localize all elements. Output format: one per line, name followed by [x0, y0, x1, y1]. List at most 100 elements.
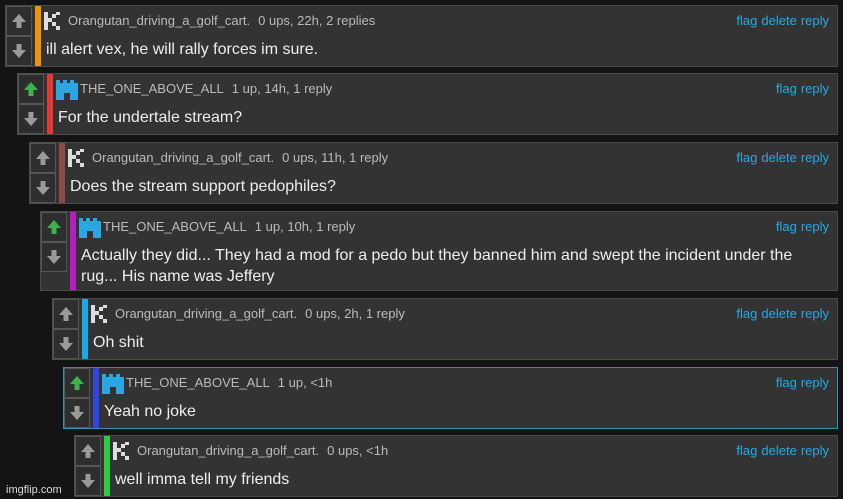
username-link[interactable]: THE_ONE_ABOVE_ALL: [80, 81, 224, 96]
comment-actions: flag delete reply: [732, 150, 829, 165]
down-arrow-icon: [47, 250, 61, 264]
flag-link[interactable]: flag: [776, 219, 797, 234]
comment-meta: THE_ONE_ABOVE_ALL 1 up, 14h, 1 reply: [80, 81, 332, 96]
downvote-button[interactable]: [75, 466, 101, 496]
comment-2: Orangutan_driving_a_golf_cart. 0 ups, 11h…: [29, 142, 838, 204]
reply-link[interactable]: reply: [801, 150, 829, 165]
upvote-button[interactable]: [53, 299, 79, 329]
imgflip-watermark: imgflip.com: [6, 484, 62, 496]
upvote-button[interactable]: [41, 212, 67, 242]
downvote-button[interactable]: [64, 398, 90, 428]
username-link[interactable]: THE_ONE_ABOVE_ALL: [126, 375, 270, 390]
reply-link[interactable]: reply: [801, 13, 829, 28]
reply-link[interactable]: reply: [801, 219, 829, 234]
down-arrow-icon: [70, 406, 84, 420]
upvote-button[interactable]: [30, 143, 56, 173]
thread-color-bar: [82, 299, 88, 359]
comment-text: ill alert vex, he will rally forces im s…: [46, 41, 319, 58]
up-arrow-icon: [24, 82, 38, 96]
downvote-button[interactable]: [30, 173, 56, 203]
comment-6: Orangutan_driving_a_golf_cart. 0 ups, <1h…: [74, 435, 838, 497]
upvote-button[interactable]: [64, 368, 90, 398]
down-arrow-icon: [59, 337, 73, 351]
username-link[interactable]: Orangutan_driving_a_golf_cart.: [68, 13, 250, 28]
comment-stats: 0 ups, 22h, 2 replies: [258, 13, 376, 28]
up-arrow-icon: [70, 376, 84, 390]
comment-stats: 0 ups, 11h, 1 reply: [282, 150, 389, 165]
down-arrow-icon: [12, 44, 26, 58]
comment-meta: Orangutan_driving_a_golf_cart. 0 ups, 2h,…: [115, 306, 405, 321]
upvote-button[interactable]: [6, 6, 32, 36]
reply-link[interactable]: reply: [801, 306, 829, 321]
comment-meta: THE_ONE_ABOVE_ALL 1 up, <1h: [126, 375, 332, 390]
delete-link[interactable]: delete: [761, 306, 796, 321]
down-arrow-icon: [24, 112, 38, 126]
comment-text: Oh shit: [93, 334, 144, 351]
comment-actions: flag reply: [772, 219, 829, 234]
vote-column: [18, 74, 44, 134]
vote-column: [30, 143, 56, 203]
comment-stats: 0 ups, 2h, 1 reply: [305, 306, 405, 321]
username-link[interactable]: THE_ONE_ABOVE_ALL: [103, 219, 247, 234]
comment-actions: flag delete reply: [732, 443, 829, 458]
thread-color-bar: [59, 143, 65, 203]
comment-stats: 1 up, 14h, 1 reply: [231, 81, 333, 96]
up-arrow-icon: [36, 151, 50, 165]
up-arrow-icon: [12, 14, 26, 28]
username-link[interactable]: Orangutan_driving_a_golf_cart.: [137, 443, 319, 458]
vote-column: [64, 368, 90, 428]
username-link[interactable]: Orangutan_driving_a_golf_cart.: [92, 150, 274, 165]
golfcart-avatar-icon[interactable]: [68, 149, 88, 172]
upvote-button[interactable]: [18, 74, 44, 104]
flag-link[interactable]: flag: [736, 306, 757, 321]
flag-link[interactable]: flag: [736, 443, 757, 458]
vote-column: [6, 6, 32, 66]
reply-link[interactable]: reply: [801, 375, 829, 390]
comment-meta: Orangutan_driving_a_golf_cart. 0 ups, 11h…: [92, 150, 388, 165]
flag-link[interactable]: flag: [776, 375, 797, 390]
golfcart-avatar-icon[interactable]: [113, 442, 133, 465]
comment-stats: 1 up, <1h: [277, 375, 333, 390]
vote-column: [53, 299, 79, 359]
up-arrow-icon: [59, 307, 73, 321]
thread-color-bar: [35, 6, 41, 66]
downvote-button[interactable]: [6, 36, 32, 66]
comment-text: Yeah no joke: [104, 403, 196, 420]
flag-link[interactable]: flag: [736, 13, 757, 28]
downvote-button[interactable]: [53, 329, 79, 359]
flag-link[interactable]: flag: [736, 150, 757, 165]
comment-meta: Orangutan_driving_a_golf_cart. 0 ups, 22h…: [68, 13, 375, 28]
delete-link[interactable]: delete: [761, 150, 796, 165]
comment-5: THE_ONE_ABOVE_ALL 1 up, <1h flag reply Yea…: [63, 367, 838, 429]
comment-3: THE_ONE_ABOVE_ALL 1 up, 10h, 1 reply flag…: [40, 211, 838, 291]
upvote-button[interactable]: [75, 436, 101, 466]
delete-link[interactable]: delete: [761, 443, 796, 458]
comment-1: THE_ONE_ABOVE_ALL 1 up, 14h, 1 reply flag…: [17, 73, 838, 135]
username-link[interactable]: Orangutan_driving_a_golf_cart.: [115, 306, 297, 321]
castle-avatar-icon[interactable]: [102, 374, 124, 399]
comment-actions: flag delete reply: [732, 306, 829, 321]
comment-text: For the undertale stream?: [58, 109, 243, 126]
flag-link[interactable]: flag: [776, 81, 797, 96]
downvote-button[interactable]: [18, 104, 44, 134]
thread-color-bar: [47, 74, 53, 134]
delete-link[interactable]: delete: [761, 13, 796, 28]
golfcart-avatar-icon[interactable]: [44, 12, 64, 35]
comment-actions: flag reply: [772, 375, 829, 390]
castle-avatar-icon[interactable]: [56, 80, 78, 105]
down-arrow-icon: [36, 181, 50, 195]
golfcart-avatar-icon[interactable]: [91, 305, 111, 328]
comment-meta: THE_ONE_ABOVE_ALL 1 up, 10h, 1 reply: [103, 219, 355, 234]
comment-stats: 0 ups, <1h: [327, 443, 389, 458]
vote-column: [41, 212, 67, 272]
up-arrow-icon: [47, 220, 61, 234]
reply-link[interactable]: reply: [801, 443, 829, 458]
downvote-button[interactable]: [41, 242, 67, 272]
castle-avatar-icon[interactable]: [79, 218, 101, 243]
reply-link[interactable]: reply: [801, 81, 829, 96]
thread-color-bar: [70, 212, 76, 290]
comment-actions: flag delete reply: [732, 13, 829, 28]
down-arrow-icon: [81, 474, 95, 488]
comment-meta: Orangutan_driving_a_golf_cart. 0 ups, <1h: [137, 443, 388, 458]
comment-text: Does the stream support pedophiles?: [70, 178, 336, 195]
